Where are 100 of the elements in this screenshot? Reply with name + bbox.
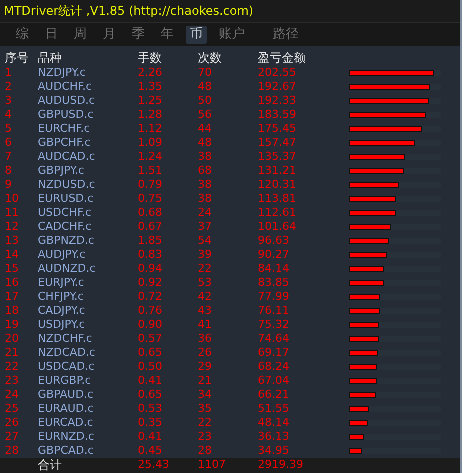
table-cell-text: 43 xyxy=(198,304,213,318)
table-cell-text: 36 xyxy=(198,332,213,346)
table-cell-text: 68.24 xyxy=(258,360,290,374)
table-cell-text: 26 xyxy=(4,416,20,430)
table-cell-text: 0.67 xyxy=(138,220,164,234)
table-cell-text: 56 xyxy=(198,108,213,122)
table-cell-text: CADJPY.c xyxy=(38,304,86,318)
total-label: 合计 xyxy=(38,458,63,472)
table-cell-text: 23 xyxy=(4,374,20,388)
table-cell-text: GBPUSD.c xyxy=(38,108,95,122)
table-cell-text: NZDUSD.c xyxy=(38,178,96,192)
table-cell-text: EURJPY.c xyxy=(38,276,86,290)
table-cell-text: 9 xyxy=(4,178,13,192)
table-cell-text: 38 xyxy=(198,150,213,164)
table-cell-text: 84.14 xyxy=(258,262,290,276)
table-cell-text: 54 xyxy=(198,234,213,248)
table-cell-text: 1107 xyxy=(198,458,227,472)
table-cell-text: 8 xyxy=(4,164,13,178)
table-cell-text: 23 xyxy=(198,430,213,444)
table-cell-text: 24 xyxy=(4,388,20,402)
table-cell-text: GBPCHF.c xyxy=(38,136,92,150)
tab[interactable]: 年 xyxy=(157,26,178,44)
table-cell-text: 14 xyxy=(4,248,20,262)
column-header: 手数 xyxy=(138,51,163,65)
table-cell-text: NZDCAD.c xyxy=(38,346,96,360)
table-cell-text: 0.41 xyxy=(138,430,164,444)
table-cell-text: 75.32 xyxy=(258,318,290,332)
table-cell-text: 1.12 xyxy=(138,122,164,136)
table-cell-text: EURCHF.c xyxy=(38,122,92,136)
table-cell-text: 28 xyxy=(4,444,20,458)
table-cell-text: GBPCAD.c xyxy=(38,444,95,458)
table-cell-text: 34 xyxy=(198,388,213,402)
column-header: 次数 xyxy=(198,51,223,65)
table-cell-text: 16 xyxy=(4,276,20,290)
table-cell-text: 1.85 xyxy=(138,234,164,248)
table-cell-text: AUDJPY.c xyxy=(38,248,87,262)
table-cell-text: EURNZD.c xyxy=(38,430,96,444)
table-cell-text: 96.63 xyxy=(258,234,290,248)
table-cell-text: 10 xyxy=(4,192,20,206)
table-cell-text: GBPAUD.c xyxy=(38,388,95,402)
table-cell-text: 25.43 xyxy=(138,458,170,472)
table-cell-text: 1.35 xyxy=(138,80,164,94)
column-header: 品种 xyxy=(38,51,63,65)
table-cell-text: 12 xyxy=(4,220,20,234)
table-cell-text: 157.47 xyxy=(258,136,298,150)
table-cell-text: NZDCHF.c xyxy=(38,332,94,346)
table-cell-text: 48.14 xyxy=(258,416,290,430)
table-cell-text: 0.76 xyxy=(138,304,164,318)
table-cell-text: EURUSD.c xyxy=(38,192,95,206)
tab[interactable]: 账户 xyxy=(215,26,249,44)
table-cell-text: 1.09 xyxy=(138,136,164,150)
table-cell-text: 135.37 xyxy=(258,150,298,164)
table-cell-text: AUDCAD.c xyxy=(38,150,96,164)
table-cell-text: 0.68 xyxy=(138,206,164,220)
table-cell-text: 68 xyxy=(198,164,213,178)
tab[interactable]: 币 xyxy=(186,26,207,44)
table-cell-text: 22 xyxy=(4,360,20,374)
table-cell-text: 22 xyxy=(198,416,213,430)
table-cell-text: 19 xyxy=(4,318,20,332)
table-cell-text: 15 xyxy=(4,262,20,276)
table-cell-text: 0.53 xyxy=(138,402,164,416)
table-cell-text: 38 xyxy=(198,178,213,192)
table-cell-text: USDCAD.c xyxy=(38,360,96,374)
table-cell-text: NZDJPY.c xyxy=(38,66,87,80)
table-cell-text: 0.90 xyxy=(138,318,164,332)
table-cell-text: 24 xyxy=(198,206,213,220)
table-cell-text: EURCAD.c xyxy=(38,416,94,430)
table-cell-text: 36.13 xyxy=(258,430,290,444)
table-cell-text: 0.57 xyxy=(138,332,164,346)
table-cell-text: 7 xyxy=(4,150,13,164)
table-cell-text: 53 xyxy=(198,276,213,290)
table-cell-text: 0.65 xyxy=(138,388,164,402)
tab[interactable]: 季 xyxy=(128,26,149,44)
table-cell-text: 39 xyxy=(198,248,213,262)
table-cell-text: 13 xyxy=(4,234,20,248)
column-header: 盈亏金额 xyxy=(258,51,307,65)
table-cell-text: 21 xyxy=(4,346,20,360)
tab[interactable]: 综 xyxy=(12,26,33,44)
table-cell-text: 112.61 xyxy=(258,206,298,220)
table-cell-text: 192.33 xyxy=(258,94,298,108)
table-cell-text: 1 xyxy=(4,66,13,80)
table-cell-text: CHFJPY.c xyxy=(38,290,85,304)
tab[interactable]: 周 xyxy=(70,26,91,44)
tab[interactable]: 路径 xyxy=(269,26,303,44)
table-cell-text: 0.41 xyxy=(138,374,164,388)
table-cell-text: 6 xyxy=(4,136,13,150)
table-cell-text: EURGBP.c xyxy=(38,374,92,388)
table-cell-text: 18 xyxy=(4,304,20,318)
table-cell-text: 101.64 xyxy=(258,220,298,234)
table-cell-text: 17 xyxy=(4,290,20,304)
table-cell-text: 0.72 xyxy=(138,290,164,304)
table-cell-text: 131.21 xyxy=(258,164,298,178)
tab[interactable]: 日 xyxy=(41,26,62,44)
tab[interactable]: 月 xyxy=(99,26,120,44)
table-cell-text: USDJPY.c xyxy=(38,318,86,332)
table-cell-text: 48 xyxy=(198,80,213,94)
table-cell-text: 120.31 xyxy=(258,178,298,192)
table-cell-text: 42 xyxy=(198,290,213,304)
table-cell-text: 113.81 xyxy=(258,192,298,206)
table-cell-text: 0.45 xyxy=(138,444,164,458)
